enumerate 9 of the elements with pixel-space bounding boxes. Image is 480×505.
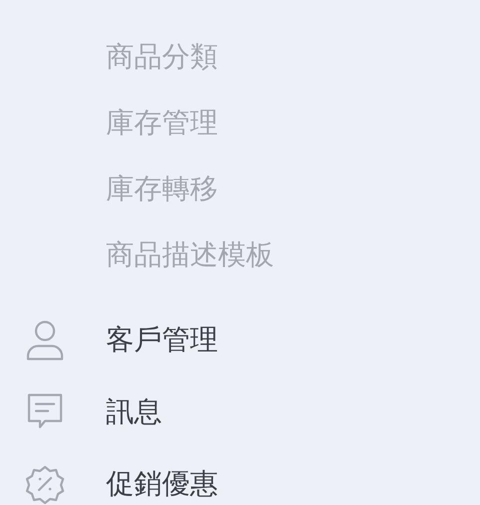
- menu-item[interactable]: 促銷優惠: [106, 463, 218, 505]
- submenu-item[interactable]: 商品分類: [106, 36, 218, 78]
- submenu-item[interactable]: 庫存轉移: [106, 168, 218, 210]
- submenu-item[interactable]: 庫存管理: [106, 102, 218, 144]
- menu-item[interactable]: 訊息: [106, 391, 162, 433]
- submenu-item[interactable]: 商品描述模板: [106, 234, 274, 276]
- menu-item[interactable]: 客戶管理: [106, 319, 218, 361]
- person-icon: [25, 319, 65, 361]
- discount-icon: [25, 464, 65, 504]
